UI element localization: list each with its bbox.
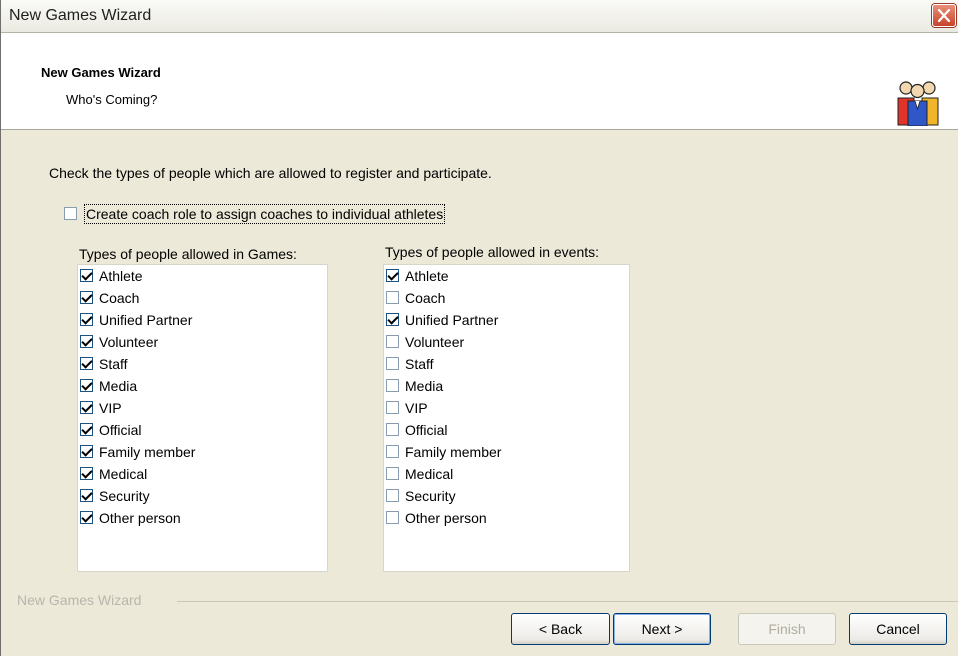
list-item[interactable]: Volunteer — [78, 331, 327, 353]
list-item[interactable]: Unified Partner — [78, 309, 327, 331]
list-item[interactable]: Media — [384, 375, 629, 397]
cancel-button[interactable]: Cancel — [849, 613, 947, 645]
checkbox[interactable] — [386, 379, 399, 392]
list-item[interactable]: Coach — [78, 287, 327, 309]
checkbox[interactable] — [80, 467, 93, 480]
list-item[interactable]: Coach — [384, 287, 629, 309]
checkbox[interactable] — [386, 511, 399, 524]
list-item[interactable]: Staff — [384, 353, 629, 375]
games-list-caption: Types of people allowed in Games: — [79, 246, 297, 262]
checkbox[interactable] — [80, 511, 93, 524]
wizard-header: New Games Wizard Who's Coming? — [1, 33, 958, 130]
close-icon — [938, 9, 950, 22]
checkbox[interactable] — [386, 445, 399, 458]
header-subtitle: Who's Coming? — [66, 92, 158, 107]
people-group-icon — [897, 81, 939, 126]
list-item[interactable]: Unified Partner — [384, 309, 629, 331]
list-item[interactable]: Other person — [78, 507, 327, 529]
list-item[interactable]: Family member — [384, 441, 629, 463]
back-button[interactable]: < Back — [511, 613, 610, 645]
events-people-list[interactable]: Athlete Coach Unified Partner Volunteer … — [383, 264, 630, 572]
list-item[interactable]: Volunteer — [384, 331, 629, 353]
checkbox[interactable] — [80, 489, 93, 502]
checkbox[interactable] — [386, 291, 399, 304]
checkbox[interactable] — [386, 313, 399, 326]
checkbox[interactable] — [80, 291, 93, 304]
finish-button[interactable]: Finish — [738, 613, 836, 645]
list-item[interactable]: Medical — [384, 463, 629, 485]
list-item[interactable]: Athlete — [384, 265, 629, 287]
events-list-caption: Types of people allowed in events: — [385, 244, 600, 260]
list-item[interactable]: Family member — [78, 441, 327, 463]
instruction-text: Check the types of people which are allo… — [49, 165, 492, 181]
checkbox[interactable] — [386, 335, 399, 348]
checkbox[interactable] — [80, 445, 93, 458]
checkbox[interactable] — [80, 379, 93, 392]
checkbox[interactable] — [80, 335, 93, 348]
list-item[interactable]: Official — [384, 419, 629, 441]
next-button[interactable]: Next > — [613, 613, 711, 645]
checkbox[interactable] — [80, 357, 93, 370]
checkbox[interactable] — [386, 357, 399, 370]
footer-group-label: New Games Wizard — [17, 592, 142, 608]
coach-role-checkbox[interactable] — [64, 207, 77, 220]
list-item[interactable]: Medical — [78, 463, 327, 485]
close-button[interactable] — [932, 4, 956, 27]
list-item[interactable]: Staff — [78, 353, 327, 375]
checkbox[interactable] — [386, 401, 399, 414]
list-item[interactable]: Security — [78, 485, 327, 507]
list-item[interactable]: Athlete — [78, 265, 327, 287]
wizard-window: New Games Wizard New Games Wizard Who's … — [0, 0, 958, 656]
games-people-list[interactable]: Athlete Coach Unified Partner Volunteer … — [77, 264, 328, 572]
checkbox[interactable] — [386, 269, 399, 282]
checkbox[interactable] — [80, 269, 93, 282]
checkbox[interactable] — [386, 489, 399, 502]
checkbox[interactable] — [80, 423, 93, 436]
checkbox[interactable] — [80, 313, 93, 326]
list-item[interactable]: Media — [78, 375, 327, 397]
list-item[interactable]: Official — [78, 419, 327, 441]
title-bar[interactable]: New Games Wizard — [1, 0, 958, 33]
checkbox[interactable] — [386, 423, 399, 436]
checkbox[interactable] — [386, 467, 399, 480]
header-title: New Games Wizard — [41, 65, 161, 80]
footer-divider — [177, 601, 958, 602]
coach-role-label[interactable]: Create coach role to assign coaches to i… — [84, 204, 446, 224]
checkbox[interactable] — [80, 401, 93, 414]
window-title: New Games Wizard — [9, 7, 152, 24]
list-item[interactable]: Other person — [384, 507, 629, 529]
list-item[interactable]: Security — [384, 485, 629, 507]
list-item[interactable]: VIP — [384, 397, 629, 419]
list-item[interactable]: VIP — [78, 397, 327, 419]
